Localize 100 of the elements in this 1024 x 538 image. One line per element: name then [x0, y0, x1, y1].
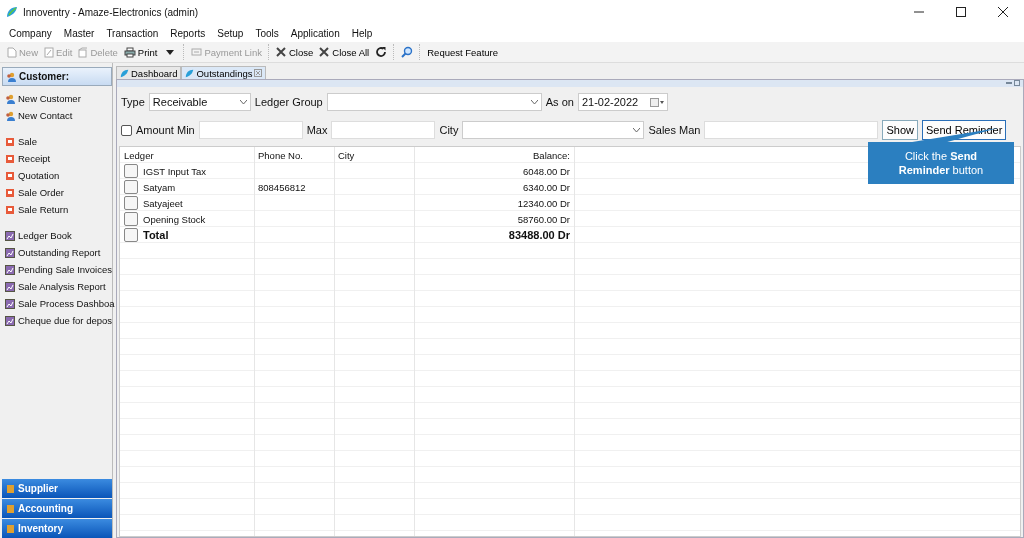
- document-icon: [5, 187, 15, 198]
- chart-icon: [5, 230, 15, 241]
- show-button[interactable]: Show: [882, 120, 918, 140]
- chevron-down-icon: [530, 100, 538, 104]
- app-logo-icon: [6, 6, 18, 18]
- table-cell: 808456812: [258, 181, 306, 193]
- module-icon: [7, 524, 14, 533]
- close-tab-icon[interactable]: [254, 69, 263, 77]
- sidebar-item[interactable]: Sale: [2, 133, 112, 150]
- close-tab-icon: [275, 47, 287, 57]
- sidebar-item[interactable]: Cheque due for depos: [2, 312, 112, 329]
- sidebar-item[interactable]: Sale Order: [2, 184, 112, 201]
- chevron-down-icon: [633, 128, 641, 132]
- field-label: Sales Man: [648, 124, 701, 136]
- minimize-panel-icon[interactable]: [1006, 80, 1012, 86]
- module-button[interactable]: Accounting: [2, 499, 112, 518]
- send-reminder-button[interactable]: Send Reminder: [921, 120, 1007, 140]
- sidebar-item[interactable]: Pending Sale Invoices: [2, 261, 112, 278]
- dropdown-caret-icon[interactable]: [166, 49, 175, 55]
- table-cell: 83488.00 Dr: [508, 229, 570, 241]
- menu-item[interactable]: Reports: [164, 27, 212, 39]
- field-label: Type: [121, 96, 145, 108]
- checkbox[interactable]: [121, 124, 132, 136]
- chart-icon: [5, 298, 15, 309]
- document-icon: [5, 136, 15, 147]
- module-button[interactable]: Supplier: [2, 479, 112, 498]
- restore-panel-icon[interactable]: [1014, 80, 1020, 86]
- table-cell: Satyajeet: [143, 197, 183, 209]
- new-document-icon: [7, 46, 17, 58]
- refresh-icon: [375, 46, 388, 58]
- chart-icon: [5, 264, 15, 275]
- table-cell: 12340.00 Dr: [517, 197, 570, 209]
- maximize-icon[interactable]: [956, 7, 966, 17]
- field-label: Amount Min: [136, 124, 195, 136]
- people-icon: [5, 93, 15, 104]
- date-field[interactable]: 21-02-2022: [577, 93, 668, 111]
- document-icon: [5, 170, 15, 181]
- people-icon: [5, 110, 15, 121]
- sidebar-item[interactable]: Sale Analysis Report: [2, 278, 112, 295]
- module-button[interactable]: Inventory: [2, 519, 112, 538]
- tab[interactable]: Outstandings: [181, 66, 267, 79]
- field-label: Ledger Group: [254, 96, 323, 108]
- document-icon: [5, 153, 15, 164]
- tab[interactable]: Dashboard: [116, 66, 182, 79]
- menu-item[interactable]: Setup: [211, 27, 250, 39]
- type-dropdown[interactable]: Receivable: [148, 93, 251, 111]
- column-header: Ledger: [123, 148, 155, 163]
- people-icon: [6, 71, 16, 82]
- module-icon: [7, 484, 14, 493]
- input-field[interactable]: [331, 121, 436, 139]
- toolbar-button[interactable]: Close: [272, 45, 317, 59]
- toolbar-button[interactable]: Close All: [316, 45, 373, 59]
- table-cell: 58760.00 Dr: [517, 213, 570, 225]
- menu-item[interactable]: Company: [3, 27, 58, 39]
- menu-item[interactable]: Master: [57, 27, 101, 39]
- column-header: Balance:: [532, 148, 571, 163]
- menu-item[interactable]: Application: [284, 27, 346, 39]
- menu-item[interactable]: Help: [345, 27, 379, 39]
- row-checkbox[interactable]: [124, 164, 138, 178]
- toolbar-button[interactable]: Print: [120, 45, 161, 59]
- document-icon: [5, 204, 15, 215]
- row-checkbox[interactable]: [124, 180, 138, 194]
- row-checkbox[interactable]: [124, 228, 138, 242]
- chart-icon: [5, 247, 15, 258]
- app-logo-icon: [120, 68, 129, 78]
- table-cell: 6340.00 Dr: [523, 181, 570, 193]
- sidebar-item[interactable]: New Customer: [2, 90, 112, 107]
- column-header: City: [337, 148, 356, 163]
- field-label: As on: [545, 96, 574, 108]
- table-cell: Opening Stock: [143, 213, 206, 225]
- sidebar-item[interactable]: Outstanding Report: [2, 244, 112, 261]
- window-title: Innoventry - Amaze-Electronics (admin): [23, 6, 199, 18]
- delete-icon: [78, 46, 89, 58]
- sidebar-item[interactable]: Quotation: [2, 167, 112, 184]
- sidebar-item[interactable]: Sale Return: [2, 201, 112, 218]
- search-icon: [401, 46, 414, 58]
- toolbar-button[interactable]: Request Feature: [424, 45, 501, 59]
- printer-icon: [123, 46, 136, 58]
- calendar-icon[interactable]: [649, 97, 664, 107]
- close-icon[interactable]: [998, 7, 1008, 17]
- chart-icon: [5, 315, 15, 326]
- sidebar-item[interactable]: Receipt: [2, 150, 112, 167]
- menu-item[interactable]: Transaction: [100, 27, 165, 39]
- table-cell: IGST Input Tax: [143, 165, 207, 177]
- module-icon: [7, 504, 14, 513]
- menu-item[interactable]: Tools: [249, 27, 285, 39]
- column-header: Phone No.: [257, 148, 304, 163]
- field-label: City: [439, 124, 459, 136]
- sidebar-header-label: Customer:: [19, 71, 69, 82]
- sidebar-item[interactable]: Ledger Book: [2, 227, 112, 244]
- input-field[interactable]: [704, 121, 879, 139]
- field-label: Max: [306, 124, 328, 136]
- sidebar-item[interactable]: New Contact: [2, 107, 112, 124]
- pencil-icon: [44, 46, 54, 58]
- row-checkbox[interactable]: [124, 196, 138, 210]
- row-checkbox[interactable]: [124, 212, 138, 226]
- input-field[interactable]: [198, 121, 303, 139]
- chevron-down-icon: [239, 100, 247, 104]
- link-icon: [191, 47, 203, 57]
- app-logo-icon: [185, 68, 195, 78]
